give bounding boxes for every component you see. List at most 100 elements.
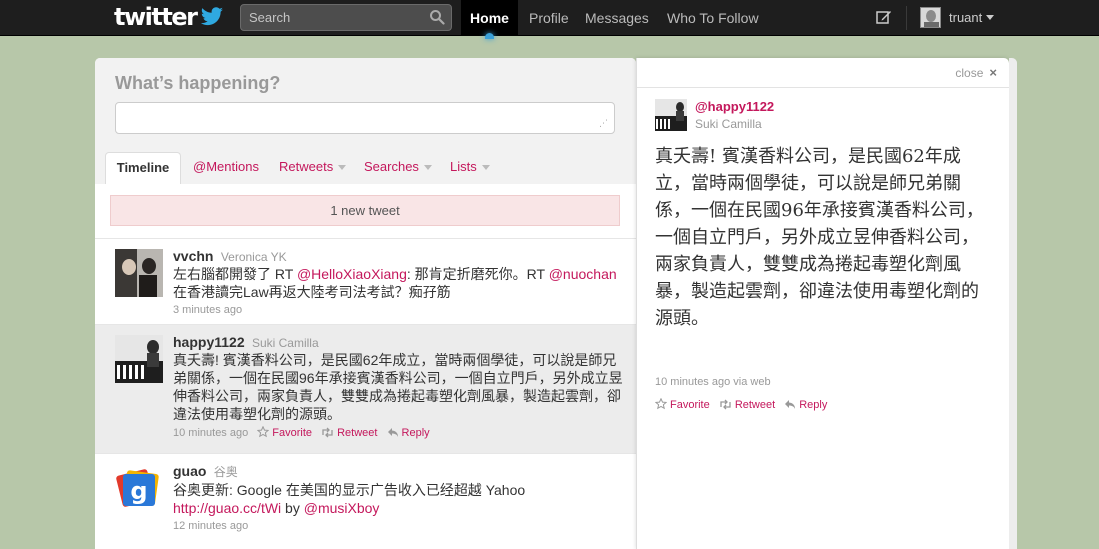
reply-button[interactable]: Reply xyxy=(387,427,430,439)
user-menu[interactable]: truant xyxy=(949,0,982,36)
tweet-item[interactable]: vvchn Veronica YK 左右腦都開發了 RT @HelloXiaoX… xyxy=(95,238,636,325)
tab-mentions[interactable]: @Mentions xyxy=(193,152,259,184)
tweet-text-part: : 那肯定折磨死你。RT xyxy=(406,266,549,282)
reply-icon xyxy=(387,428,398,437)
favorite-label: Favorite xyxy=(272,427,313,439)
tweet-full-name: Suki Camilla xyxy=(251,336,319,350)
detail-actions: Favorite Retweet Reply xyxy=(654,397,833,411)
nav-who-to-follow[interactable]: Who To Follow xyxy=(667,0,759,36)
detail-meta: 10 minutes ago via web xyxy=(655,376,771,388)
resize-grip-icon[interactable]: ⋰ xyxy=(599,118,608,129)
tab-mentions-label: @Mentions xyxy=(193,159,259,174)
compose-icon[interactable] xyxy=(876,9,892,25)
tweet-timestamp[interactable]: 12 minutes ago xyxy=(173,520,248,532)
chevron-down-icon xyxy=(481,165,490,171)
detail-timestamp[interactable]: 10 minutes ago xyxy=(655,376,730,388)
tab-lists[interactable]: Lists xyxy=(450,152,490,184)
tweet-input[interactable]: ⋰ xyxy=(115,102,615,134)
tweet-item[interactable]: happy1122 Suki Camilla 真夭壽! 賓漢香料公司，是民國62… xyxy=(95,325,636,454)
chevron-down-icon xyxy=(338,165,347,171)
main-column: What’s happening? ⋰ Timeline @Mentions R… xyxy=(95,58,636,549)
tweet-meta: 10 minutes ago Favorite Retweet Reply xyxy=(173,425,623,441)
reply-label: Reply xyxy=(401,427,430,439)
tweet-text-part: 在香港讀完Law再返大陸考司法考試？痴孖筋 xyxy=(173,284,451,300)
guao-logo-icon: g xyxy=(115,464,163,512)
close-label: close xyxy=(955,66,984,80)
favorite-button[interactable]: Favorite xyxy=(256,425,313,439)
tweet-body: guao 谷奥 谷奥更新: Google 在美国的显示广告收入已经超越 Yaho… xyxy=(173,463,623,535)
tweet-item[interactable]: g guao 谷奥 谷奥更新: Google 在美国的显示广告收入已经超越 Ya… xyxy=(95,454,636,549)
mention-link[interactable]: @musiXboy xyxy=(304,500,380,516)
tab-searches-label: Searches xyxy=(364,159,419,174)
nav-profile[interactable]: Profile xyxy=(529,0,569,36)
avatar[interactable] xyxy=(115,335,163,383)
tweet-full-name: Veronica YK xyxy=(220,250,287,264)
nav-messages[interactable]: Messages xyxy=(585,0,649,36)
star-icon xyxy=(654,397,668,410)
search-box xyxy=(240,4,452,31)
close-icon: × xyxy=(989,65,997,80)
nav-home[interactable]: Home xyxy=(461,0,518,39)
compose-prompt: What’s happening? xyxy=(115,73,281,93)
tweet-screen-name[interactable]: happy1122 xyxy=(173,334,245,350)
user-avatar[interactable] xyxy=(920,7,941,28)
detail-screen-name[interactable]: @happy1122 xyxy=(695,99,774,114)
tab-lists-label: Lists xyxy=(450,159,477,174)
detail-header: @happy1122 Suki Camilla xyxy=(637,87,1010,131)
detail-full-name: Suki Camilla xyxy=(695,117,762,131)
retweet-button[interactable]: Retweet xyxy=(719,399,775,411)
avatar-image xyxy=(655,99,687,131)
reply-button[interactable]: Reply xyxy=(784,399,827,411)
detail-tweet-text: 真夭壽! 賓漢香料公司，是民國62年成立，當時兩個學徒，可以說是師兄弟關係，一個… xyxy=(655,146,984,329)
favorite-label: Favorite xyxy=(670,399,710,411)
close-button[interactable]: close × xyxy=(955,65,997,80)
user-caret-icon[interactable] xyxy=(986,15,994,20)
retweet-icon xyxy=(720,399,731,410)
top-bar: twitter Home Profile Messages Who To Fol… xyxy=(0,0,1099,39)
svg-text:g: g xyxy=(130,477,147,505)
tweet-detail-pane: close × @happy1122 Suki Camilla 真夭壽! 賓漢香料… xyxy=(636,58,1010,549)
tweet-timestamp[interactable]: 3 minutes ago xyxy=(173,304,242,316)
tweet-text: 真夭壽! 賓漢香料公司，是民國62年成立，當時兩個學徒，可以說是師兄弟關係，一個… xyxy=(173,352,623,422)
twitter-logo[interactable]: twitter xyxy=(114,4,224,30)
bird-logo-icon xyxy=(200,7,223,26)
retweet-label: Retweet xyxy=(337,427,378,439)
tweet-text: 谷奥更新: Google 在美国的显示广告收入已经超越 Yahoo http://… xyxy=(173,481,623,517)
reply-label: Reply xyxy=(799,399,828,411)
retweet-button[interactable]: Retweet xyxy=(321,427,377,439)
tab-searches[interactable]: Searches xyxy=(364,152,432,184)
detail-source: via web xyxy=(730,376,771,388)
url-link[interactable]: http://guao.cc/tWi xyxy=(173,500,281,516)
retweet-label: Retweet xyxy=(734,399,776,411)
avatar[interactable] xyxy=(115,249,163,297)
favorite-button[interactable]: Favorite xyxy=(654,397,710,411)
mention-link[interactable]: @HelloXiaoXiang xyxy=(297,266,407,282)
nav-home-label: Home xyxy=(470,10,509,26)
tweet-screen-name[interactable]: vvchn xyxy=(173,248,213,264)
avatar-image xyxy=(115,335,163,383)
tweet-text-part: 左右腦都開發了 RT xyxy=(173,266,297,282)
avatar-image xyxy=(115,249,163,297)
new-tweets-bar[interactable]: 1 new tweet xyxy=(110,195,620,226)
tweet-text-part: 谷奥更新: Google 在美国的显示广告收入已经超越 Yahoo xyxy=(173,482,526,498)
tweet-screen-name[interactable]: guao xyxy=(173,463,206,479)
tweet-text-part: by xyxy=(281,500,304,516)
tweet-timestamp[interactable]: 10 minutes ago xyxy=(173,427,248,439)
detail-pane-edge xyxy=(1009,58,1017,549)
star-icon xyxy=(256,425,270,438)
tab-retweets-label: Retweets xyxy=(279,159,334,174)
avatar[interactable] xyxy=(655,99,687,131)
search-icon[interactable] xyxy=(429,9,445,25)
tab-timeline[interactable]: Timeline xyxy=(105,152,181,186)
logo-text: twitter xyxy=(114,3,198,31)
search-input[interactable] xyxy=(241,5,421,30)
chevron-down-icon xyxy=(423,165,432,171)
avatar[interactable]: g xyxy=(115,464,163,512)
active-indicator xyxy=(485,33,494,39)
user-avatar-image xyxy=(921,8,940,27)
tweet-body: vvchn Veronica YK 左右腦都開發了 RT @HelloXiaoX… xyxy=(173,248,623,319)
mention-link[interactable]: @nuochan xyxy=(549,266,617,282)
tweet-full-name: 谷奥 xyxy=(213,465,238,479)
tab-retweets[interactable]: Retweets xyxy=(279,152,347,184)
tweet-text: 左右腦都開發了 RT @HelloXiaoXiang: 那肯定折磨死你。RT @… xyxy=(173,265,623,301)
